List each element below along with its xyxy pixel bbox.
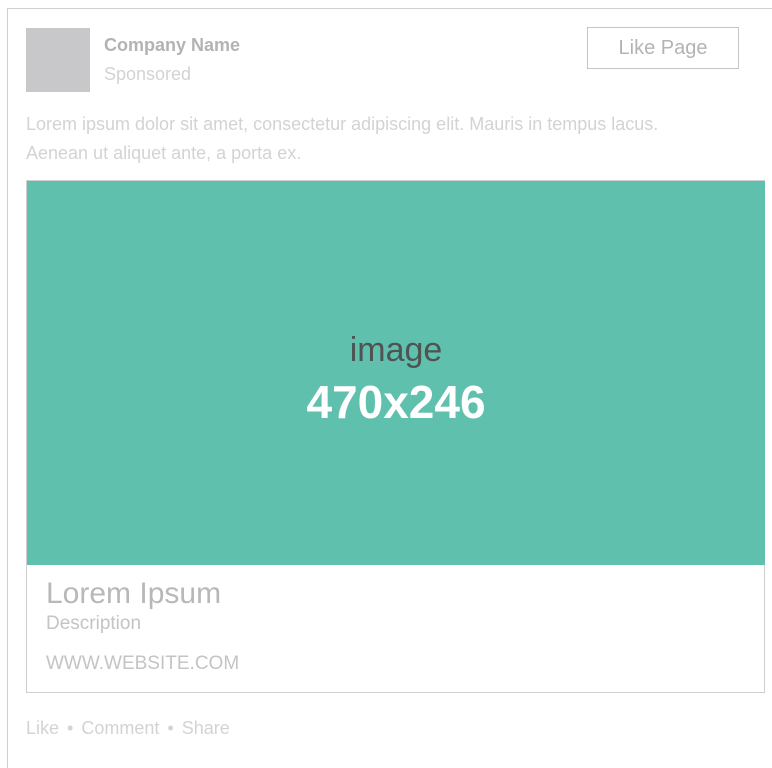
company-avatar[interactable] <box>26 28 90 92</box>
company-name[interactable]: Company Name <box>104 35 240 56</box>
image-placeholder-label: image <box>349 331 443 369</box>
preview-title: Lorem Ipsum <box>46 577 222 610</box>
share-link[interactable]: Share <box>182 718 230 738</box>
post-text: Lorem ipsum dolor sit amet, consectetur … <box>26 110 756 168</box>
link-preview[interactable]: image 470x246 Lorem Ipsum Description WW… <box>26 180 765 693</box>
sponsored-post-card: Company Name Sponsored Like Page Lorem i… <box>7 8 772 768</box>
like-page-button[interactable]: Like Page <box>587 27 739 69</box>
post-text-line: Aenean ut aliquet ante, a porta ex. <box>26 143 302 163</box>
action-separator: • <box>67 718 74 738</box>
preview-description: Description <box>46 613 142 634</box>
sponsored-label: Sponsored <box>104 64 192 84</box>
image-placeholder-size: 470x246 <box>306 376 486 428</box>
post-text-line: Lorem ipsum dolor sit amet, consectetur … <box>26 114 659 134</box>
like-link[interactable]: Like <box>26 718 59 738</box>
post-actions: Like • Comment • Share <box>26 718 230 739</box>
preview-image-placeholder[interactable]: image 470x246 <box>27 181 765 565</box>
preview-url: WWW.WEBSITE.COM <box>46 653 240 674</box>
action-separator: • <box>167 718 174 738</box>
comment-link[interactable]: Comment <box>81 718 159 738</box>
